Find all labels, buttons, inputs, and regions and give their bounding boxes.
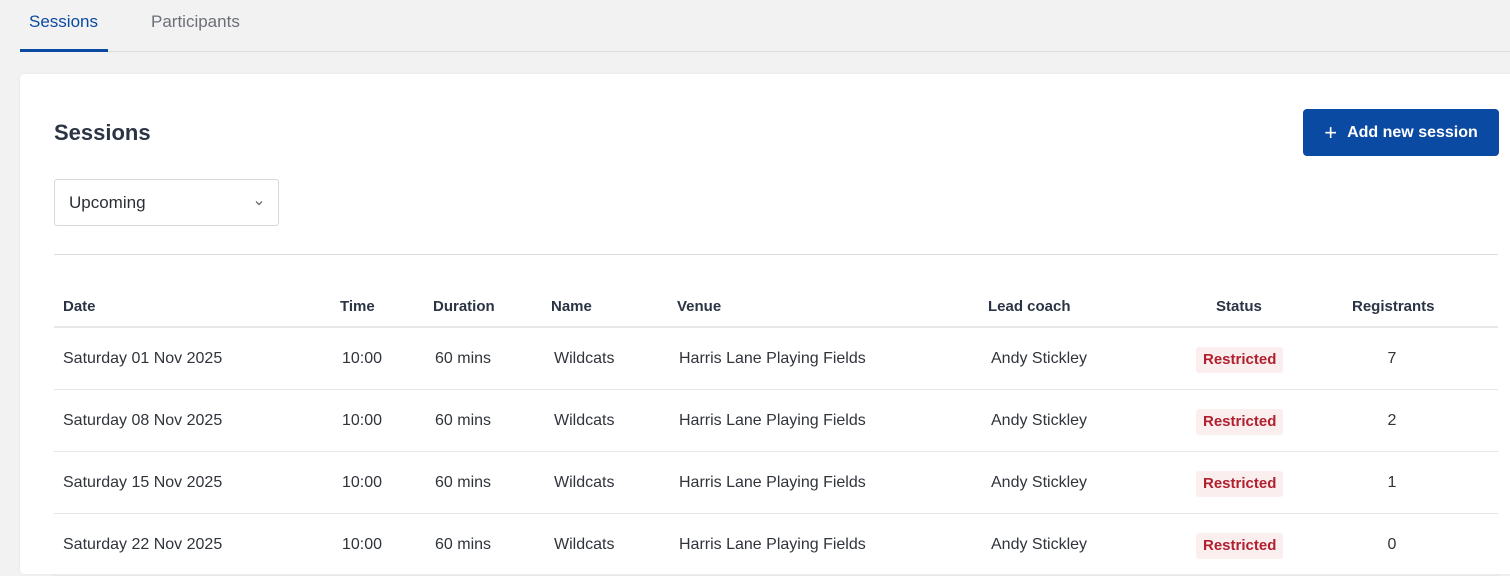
status-badge: Restricted (1196, 409, 1284, 435)
cell-date: Saturday 01 Nov 2025 (63, 350, 223, 367)
cell-time: 10:00 (342, 474, 383, 491)
cell-time: 10:00 (342, 350, 383, 367)
column-header-registrants[interactable]: Registrants (1352, 298, 1435, 315)
cell-duration: 60 mins (435, 350, 492, 367)
cell-venue: Harris Lane Playing Fields (679, 474, 866, 491)
column-header-date[interactable]: Date (63, 298, 96, 315)
divider (54, 254, 1498, 255)
status-badge: Restricted (1196, 347, 1284, 373)
chevron-down-icon (255, 200, 263, 205)
cell-time: 10:00 (342, 536, 383, 553)
cell-date: Saturday 15 Nov 2025 (63, 474, 223, 491)
cell-name: Wildcats (554, 474, 615, 491)
cell-name: Wildcats (554, 350, 615, 367)
sessions-card: Sessions + Add new session Upcoming Date… (20, 74, 1510, 576)
table-row[interactable]: Saturday 15 Nov 2025 10:00 60 mins Wildc… (54, 452, 1498, 514)
cell-registrants: 1 (1387, 474, 1397, 491)
cell-lead-coach: Andy Stickley (991, 412, 1088, 429)
cell-date: Saturday 08 Nov 2025 (63, 412, 223, 429)
table-row[interactable]: Saturday 22 Nov 2025 10:00 60 mins Wildc… (54, 514, 1498, 576)
cell-time: 10:00 (342, 412, 383, 429)
cell-duration: 60 mins (435, 536, 492, 553)
column-header-lead-coach[interactable]: Lead coach (988, 298, 1071, 315)
column-header-venue[interactable]: Venue (677, 298, 721, 315)
cell-venue: Harris Lane Playing Fields (679, 536, 866, 553)
cell-duration: 60 mins (435, 474, 492, 491)
table-row[interactable]: Saturday 01 Nov 2025 10:00 60 mins Wildc… (54, 328, 1498, 390)
cell-lead-coach: Andy Stickley (991, 536, 1088, 553)
cell-venue: Harris Lane Playing Fields (679, 350, 866, 367)
status-badge: Restricted (1196, 471, 1284, 497)
cell-venue: Harris Lane Playing Fields (679, 412, 866, 429)
page-title: Sessions (54, 120, 151, 145)
table-header: Date Time Duration Name Venue Lead coach… (54, 286, 1498, 328)
cell-duration: 60 mins (435, 412, 492, 429)
sessions-table: Date Time Duration Name Venue Lead coach… (54, 286, 1498, 576)
column-header-status[interactable]: Status (1216, 298, 1262, 315)
cell-lead-coach: Andy Stickley (991, 350, 1088, 367)
tab-sessions[interactable]: Sessions (20, 0, 108, 52)
status-badge: Restricted (1196, 533, 1284, 559)
cell-name: Wildcats (554, 536, 615, 553)
column-header-duration[interactable]: Duration (433, 298, 495, 315)
tab-bar: Sessions Participants (20, 0, 1510, 52)
session-filter-select[interactable]: Upcoming (54, 179, 279, 226)
column-header-name[interactable]: Name (551, 298, 592, 315)
cell-lead-coach: Andy Stickley (991, 474, 1088, 491)
cell-registrants: 7 (1387, 350, 1397, 367)
tab-participants[interactable]: Participants (142, 0, 249, 52)
column-header-time[interactable]: Time (340, 298, 375, 315)
cell-registrants: 0 (1387, 536, 1397, 553)
cell-registrants: 2 (1387, 412, 1397, 429)
cell-date: Saturday 22 Nov 2025 (63, 536, 223, 553)
add-new-session-label: Add new session (1347, 123, 1478, 141)
plus-icon: + (1324, 119, 1338, 145)
cell-name: Wildcats (554, 412, 615, 429)
add-new-session-button[interactable]: + Add new session (1303, 109, 1499, 156)
table-row[interactable]: Saturday 08 Nov 2025 10:00 60 mins Wildc… (54, 390, 1498, 452)
session-filter-value: Upcoming (69, 192, 146, 212)
